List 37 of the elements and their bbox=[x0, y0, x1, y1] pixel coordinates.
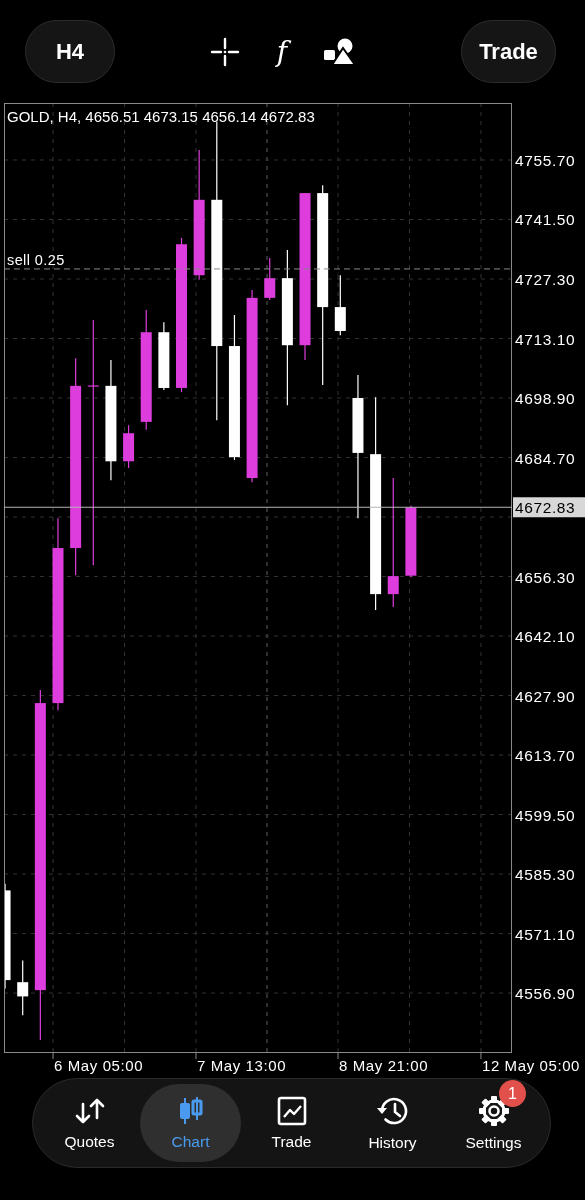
chart-header: GOLD, H4, 4656.51 4673.15 4656.14 4672.83 bbox=[7, 108, 315, 125]
time-label: 8 May 21:00 bbox=[339, 1057, 429, 1074]
line-chart-icon bbox=[276, 1095, 307, 1126]
time-label: 7 May 13:00 bbox=[197, 1057, 287, 1074]
order-label: sell 0.25 bbox=[7, 251, 65, 268]
price-label: 4684.70 bbox=[515, 449, 576, 467]
candle bbox=[264, 257, 276, 301]
crosshair-icon[interactable] bbox=[210, 36, 240, 67]
time-label: 12 May 05:00 bbox=[481, 1057, 581, 1074]
candle bbox=[123, 424, 135, 469]
price-label: 4599.50 bbox=[515, 806, 576, 824]
current-price-tag: 4672.83 bbox=[513, 497, 585, 518]
price-label: 4556.90 bbox=[515, 985, 576, 1003]
price-label: 4755.70 bbox=[515, 152, 576, 169]
trade-button[interactable]: Trade bbox=[461, 20, 556, 83]
price-label: 4713.10 bbox=[515, 330, 576, 348]
timeframe-button[interactable]: H4 bbox=[25, 20, 115, 83]
notification-badge: 1 bbox=[499, 1080, 526, 1107]
price-label: 4613.70 bbox=[515, 747, 576, 765]
time-label: 6 May 05:00 bbox=[54, 1057, 144, 1074]
tab[interactable]: History bbox=[342, 1084, 443, 1162]
tab[interactable]: Trade bbox=[241, 1084, 342, 1162]
price-label: 4642.10 bbox=[515, 628, 576, 646]
candle bbox=[158, 321, 170, 391]
candle bbox=[17, 959, 29, 1016]
price-label: 4698.90 bbox=[515, 390, 576, 407]
price-label: 4741.50 bbox=[515, 211, 576, 229]
tab[interactable]: Chart bbox=[140, 1084, 241, 1162]
price-label: 4627.90 bbox=[515, 687, 576, 705]
function-button[interactable]: f bbox=[270, 35, 294, 68]
price-label: 4571.10 bbox=[515, 925, 576, 943]
tab[interactable]: Quotes bbox=[39, 1084, 140, 1162]
shapes-icon[interactable] bbox=[324, 37, 356, 66]
price-label: 4656.30 bbox=[515, 568, 576, 586]
price-label: 4727.30 bbox=[515, 271, 576, 288]
price-label: 4585.30 bbox=[515, 866, 576, 884]
candle bbox=[334, 274, 346, 336]
